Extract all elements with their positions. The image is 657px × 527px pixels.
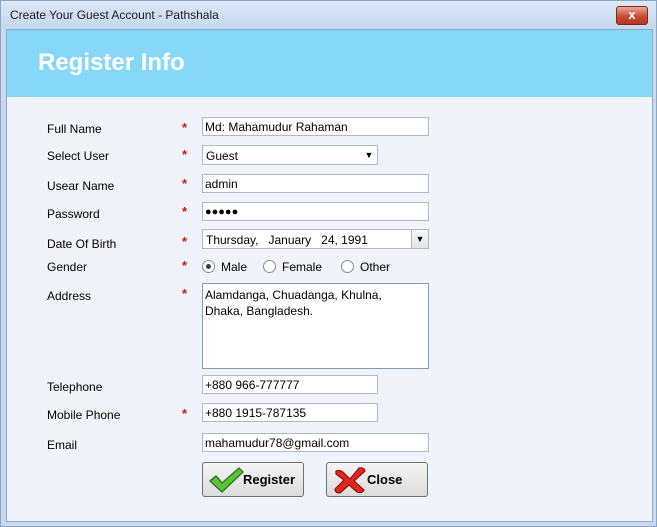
gender-male-radio[interactable] — [202, 260, 215, 273]
email-label: Email — [47, 438, 78, 452]
user-name-label: Usear Name — [47, 179, 115, 193]
page-title: Register Info — [38, 49, 185, 76]
user-name-field[interactable]: admin — [202, 174, 429, 193]
close-button[interactable]: Close — [326, 462, 428, 497]
gender-female-radio[interactable] — [263, 260, 276, 273]
required-mark: * — [182, 406, 188, 421]
dialog-window: Create Your Guest Account - Pathshala x … — [0, 0, 657, 527]
header-banner: Register Info — [7, 30, 652, 97]
address-textarea[interactable]: Alamdanga, Chuadanga, Khulna, Dhaka, Ban… — [202, 283, 429, 369]
select-user-label: Select User — [47, 149, 110, 163]
gender-male-label[interactable]: Male — [221, 260, 247, 274]
address-label: Address — [47, 289, 92, 303]
gender-label: Gender — [47, 260, 88, 274]
required-mark: * — [182, 120, 188, 135]
password-field[interactable]: ●●●●● — [202, 202, 429, 221]
select-user-dropdown[interactable]: Guest ▼ — [202, 145, 378, 165]
window-close-button[interactable]: x — [616, 6, 648, 25]
password-label: Password — [47, 207, 100, 221]
calendar-dropdown-icon[interactable]: ▼ — [411, 230, 428, 248]
telephone-label: Telephone — [47, 380, 103, 394]
select-user-value: Guest — [206, 149, 239, 163]
window-title: Create Your Guest Account - Pathshala — [10, 8, 219, 22]
dob-date-picker[interactable]: Thursday, January 24, 1991 ▼ — [202, 229, 429, 249]
red-x-icon — [334, 467, 366, 494]
required-mark: * — [182, 234, 188, 249]
gender-other-radio[interactable] — [341, 260, 354, 273]
title-bar: Create Your Guest Account - Pathshala x — [1, 1, 656, 29]
chevron-down-icon: ▼ — [364, 150, 374, 160]
checkmark-icon — [209, 467, 244, 493]
mobile-phone-field[interactable]: +880 1915-787135 — [202, 403, 378, 422]
full-name-field[interactable]: Md: Mahamudur Rahaman — [202, 117, 429, 136]
gender-female-label[interactable]: Female — [282, 260, 322, 274]
register-button[interactable]: Register — [202, 462, 304, 497]
required-mark: * — [182, 147, 188, 162]
full-name-label: Full Name — [47, 122, 102, 136]
required-mark: * — [182, 204, 188, 219]
mobile-phone-label: Mobile Phone — [47, 408, 121, 422]
dob-label: Date Of Birth — [47, 237, 117, 251]
register-button-label: Register — [243, 472, 296, 487]
dob-value: Thursday, January 24, 1991 — [206, 233, 368, 247]
required-mark: * — [182, 258, 188, 273]
telephone-field[interactable]: +880 966-777777 — [202, 375, 378, 394]
required-mark: * — [182, 286, 188, 301]
email-field[interactable]: mahamudur78@gmail.com — [202, 433, 429, 452]
gender-other-label[interactable]: Other — [360, 260, 390, 274]
required-mark: * — [182, 176, 188, 191]
close-icon: x — [628, 7, 636, 22]
close-button-label: Close — [367, 472, 403, 487]
form-panel: Register Info Full Name * Md: Mahamudur … — [6, 29, 653, 522]
